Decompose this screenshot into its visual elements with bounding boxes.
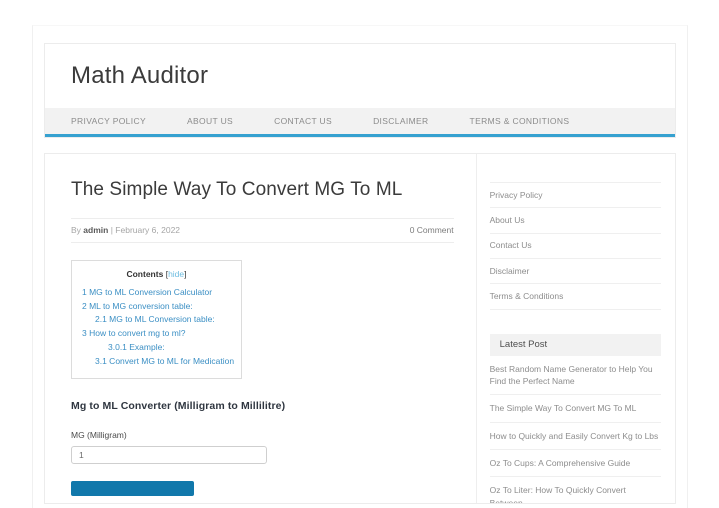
sidebar-item-about-us[interactable]: About Us bbox=[489, 208, 661, 234]
toc-item-1[interactable]: 1 MG to ML Conversion Calculator bbox=[82, 286, 231, 300]
sidebar: Privacy Policy About Us Contact Us Discl… bbox=[477, 154, 675, 503]
article-column: The Simple Way To Convert MG To ML By ad… bbox=[45, 154, 477, 503]
latest-post-widget: Latest Post Best Random Name Generator t… bbox=[489, 333, 661, 503]
sidebar-pages-list: Privacy Policy About Us Contact Us Discl… bbox=[489, 182, 661, 310]
convert-button[interactable] bbox=[71, 481, 194, 497]
toc-item-2-1[interactable]: 2.1 MG to ML Conversion table: bbox=[82, 313, 231, 327]
post-author[interactable]: admin bbox=[83, 225, 108, 235]
sidebar-item-disclaimer[interactable]: Disclaimer bbox=[489, 259, 661, 285]
page-title: The Simple Way To Convert MG To ML bbox=[71, 179, 403, 200]
mg-field-label: MG (Milligram) bbox=[71, 430, 127, 441]
nav-item-disclaimer[interactable]: DISCLAIMER bbox=[373, 116, 428, 126]
page-container: Math Auditor PRIVACY POLICY ABOUT US CON… bbox=[32, 25, 688, 508]
post-date: February 6, 2022 bbox=[115, 224, 181, 235]
main-navigation: PRIVACY POLICY ABOUT US CONTACT US DISCL… bbox=[45, 108, 675, 137]
site-title-row: Math Auditor bbox=[45, 44, 675, 108]
converter-heading: Mg to ML Converter (Milligram to Millili… bbox=[71, 400, 286, 413]
toc-item-2[interactable]: 2 ML to MG conversion table: bbox=[82, 300, 231, 314]
toc-list: 1 MG to ML Conversion Calculator 2 ML to… bbox=[82, 286, 234, 369]
site-title: Math Auditor bbox=[71, 62, 209, 89]
toc-hide-toggle[interactable]: hide bbox=[168, 269, 184, 279]
nav-item-privacy-policy[interactable]: PRIVACY POLICY bbox=[71, 116, 146, 126]
sidebar-item-contact-us[interactable]: Contact Us bbox=[489, 234, 661, 260]
toc-item-3[interactable]: 3 How to convert mg to ml? bbox=[82, 327, 231, 341]
nav-item-terms-conditions[interactable]: TERMS & CONDITIONS bbox=[470, 116, 570, 126]
content-card: The Simple Way To Convert MG To ML By ad… bbox=[44, 153, 676, 504]
toc-item-3-0-1[interactable]: 3.0.1 Example: bbox=[82, 341, 231, 355]
toc-header: Contents [hide] bbox=[82, 269, 231, 279]
toc-heading: Contents bbox=[126, 268, 164, 279]
table-of-contents: Contents [hide] 1 MG to ML Conversion Ca… bbox=[71, 259, 242, 380]
latest-post-heading: Latest Post bbox=[489, 333, 661, 356]
toc-bracket-close: ] bbox=[184, 268, 187, 279]
list-item[interactable]: Oz To Liter: How To Quickly Convert Betw… bbox=[490, 477, 661, 503]
site-header: Math Auditor PRIVACY POLICY ABOUT US CON… bbox=[44, 43, 676, 138]
list-item[interactable]: Oz To Cups: A Comprehensive Guide bbox=[489, 450, 661, 478]
nav-item-contact-us[interactable]: CONTACT US bbox=[274, 116, 332, 126]
sidebar-item-terms-conditions[interactable]: Terms & Conditions bbox=[489, 284, 661, 310]
post-byline: By admin | February 6, 2022 bbox=[71, 225, 180, 235]
latest-post-list: Best Random Name Generator to Help You F… bbox=[489, 356, 661, 503]
nav-item-about-us[interactable]: ABOUT US bbox=[187, 116, 233, 126]
byline-prefix: By bbox=[71, 224, 81, 235]
byline-separator: | bbox=[110, 224, 113, 235]
post-meta: By admin | February 6, 2022 0 Comment bbox=[71, 217, 454, 243]
list-item[interactable]: The Simple Way To Convert MG To ML bbox=[489, 395, 661, 423]
mg-input[interactable] bbox=[71, 446, 267, 465]
list-item[interactable]: Best Random Name Generator to Help You F… bbox=[489, 356, 661, 396]
sidebar-item-privacy-policy[interactable]: Privacy Policy bbox=[489, 182, 661, 209]
list-item[interactable]: How to Quickly and Easily Convert Kg to … bbox=[489, 423, 661, 450]
toc-item-3-1[interactable]: 3.1 Convert MG to ML for Medication bbox=[82, 355, 234, 369]
comment-count[interactable]: 0 Comment bbox=[410, 225, 454, 235]
